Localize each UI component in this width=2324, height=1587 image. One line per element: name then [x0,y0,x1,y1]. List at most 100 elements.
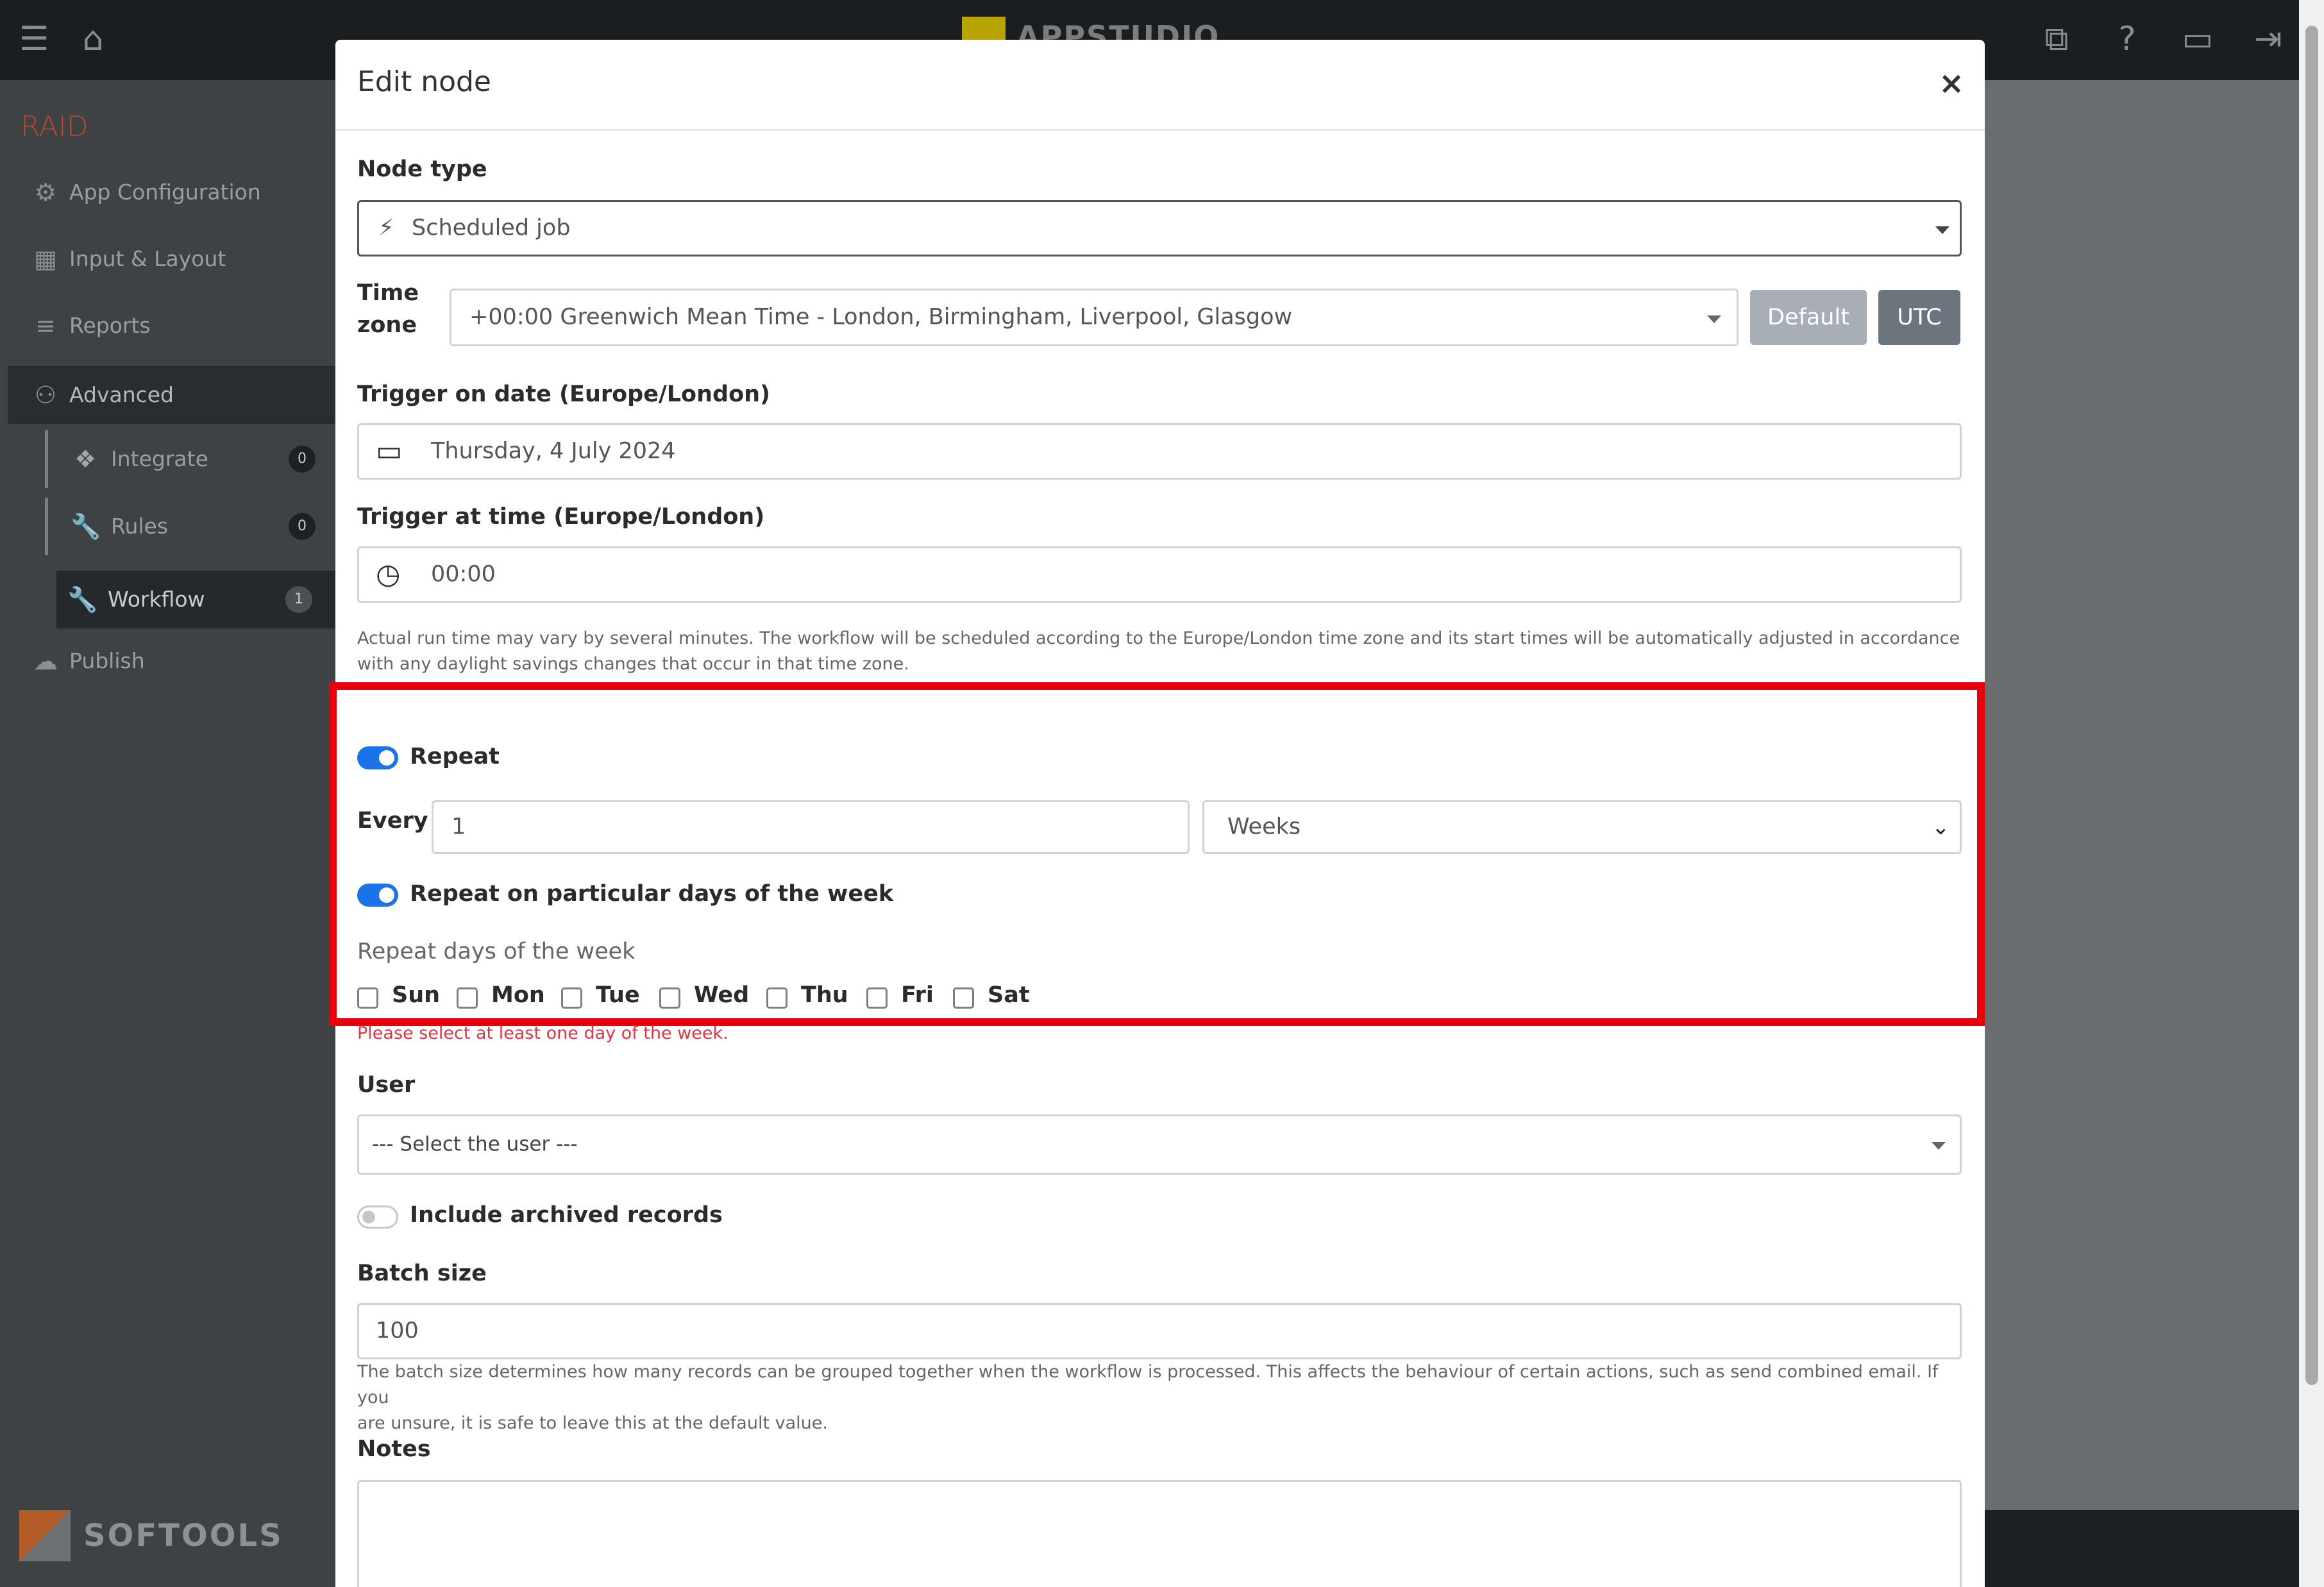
count-badge: 0 [289,446,316,473]
every-input[interactable]: 1 [432,800,1190,854]
sidebar-item-rules[interactable]: 🔧 Rules 0 [45,498,335,555]
batch-help-line-1: The batch size determines how many recor… [357,1362,1939,1407]
sidebar-item-workflow[interactable]: 🔧 Workflow 1 [56,571,335,628]
count-badge: 1 [285,586,312,613]
repeat-days-toggle[interactable] [357,884,398,907]
day-label-thu: Thu [801,982,848,1008]
day-label-sun: Sun [392,982,441,1008]
chevron-down-icon [1707,315,1721,323]
sidebar: RAID ⚙ App Configuration ▦ Input & Layou… [0,80,335,1587]
sidebar-item-integrate[interactable]: ❖ Integrate 0 [45,430,335,488]
menu-icon[interactable]: ☰ [14,19,54,59]
background-footer [1985,1510,2299,1587]
default-button[interactable]: Default [1750,290,1867,345]
chart-icon: ≡ [35,312,56,340]
trigger-time-value: 00:00 [431,561,496,587]
utc-button[interactable]: UTC [1878,290,1960,345]
user-select[interactable]: --- Select the user --- [357,1114,1962,1175]
node-type-label: Node type [357,156,487,182]
sidebar-item-label: Rules [111,514,169,539]
batch-size-input[interactable]: 100 [357,1303,1962,1359]
sidebar-item-label: Integrate [111,446,208,471]
sidebar-item-reports[interactable]: ≡ Reports [0,297,335,355]
sidebar-item-input-layout[interactable]: ▦ Input & Layout [0,230,335,288]
cloud-icon: ☁ [33,647,58,675]
lightning-icon: ⚡ [378,215,394,241]
trigger-date-value: Thursday, 4 July 2024 [431,438,676,464]
chevron-down-icon [1932,1142,1946,1150]
day-label-mon: Mon [491,982,545,1008]
trigger-time-label: Trigger at time (Europe/London) [357,504,765,530]
count-badge: 0 [289,513,316,540]
advanced-icon: ⚇ [34,381,57,409]
repeat-days-toggle-label: Repeat on particular days of the week [410,881,894,907]
copy-icon[interactable]: ⧉ [2037,19,2076,59]
sidebar-item-advanced[interactable]: ⚇ Advanced [8,366,335,424]
day-label-tue: Tue [596,982,640,1008]
sidebar-item-label: Publish [69,648,145,673]
cubes-icon: ❖ [74,445,97,473]
sidebar-item-label: Advanced [69,382,174,407]
notes-label: Notes [357,1436,431,1462]
timezone-label: Time [357,280,419,306]
home-icon[interactable]: ⌂ [73,19,113,59]
calendar-icon: ▭ [376,435,403,467]
brand-name: SOFTOOLS [83,1518,283,1554]
modal-header: Edit node × [335,40,1985,131]
repeat-days-label: Repeat days of the week [357,939,636,964]
background-content [1985,80,2299,1510]
include-archived-label: Include archived records [410,1202,723,1228]
timezone-select[interactable]: +00:00 Greenwich Mean Time - London, Bir… [450,289,1739,346]
trigger-time-input[interactable]: ◷ 00:00 [357,546,1962,603]
repeat-toggle[interactable] [357,746,398,769]
node-type-select[interactable]: ⚡ Scheduled job [357,200,1962,256]
video-icon[interactable]: ▭ [2178,19,2218,59]
softools-logo-icon [19,1510,71,1561]
every-label: Every [357,808,428,834]
node-type-value: Scheduled job [412,215,571,241]
sidebar-item-label: Reports [69,313,151,338]
checkbox-sun[interactable] [357,987,378,1009]
sidebar-item-label: Input & Layout [69,246,226,271]
trigger-date-input[interactable]: ▭ Thursday, 4 July 2024 [357,423,1962,480]
checkbox-wed[interactable] [659,987,680,1009]
wrench-icon: 🔧 [67,585,98,614]
checkbox-mon[interactable] [457,987,478,1009]
sidebar-item-publish[interactable]: ☁ Publish [0,632,335,690]
close-button[interactable]: × [1939,65,1964,101]
modal-title: Edit node [357,65,491,98]
checkbox-thu[interactable] [766,987,787,1009]
notes-textarea[interactable] [357,1480,1962,1587]
checkbox-sat[interactable] [953,987,974,1009]
batch-help-line-2: are unsure, it is safe to leave this at … [357,1413,828,1433]
every-unit-value: Weeks [1227,814,1301,840]
every-unit-select[interactable]: Weeks ⌄ [1202,800,1962,854]
help-icon[interactable]: ? [2107,19,2147,59]
checkbox-tue[interactable] [561,987,582,1009]
days-error-message: Please select at least one day of the we… [357,1023,728,1043]
chevron-down-icon [1935,226,1949,234]
timezone-label-2: zone [357,312,417,338]
highlight-annotation [329,682,1985,1026]
repeat-label: Repeat [410,744,500,769]
day-label-sat: Sat [988,982,1030,1008]
sidebar-item-app-configuration[interactable]: ⚙ App Configuration [0,164,335,221]
sidebar-title: RAID [21,110,88,143]
run-time-help-line-2: with any daylight savings changes that o… [357,654,909,674]
include-archived-toggle[interactable] [357,1205,398,1229]
batch-size-help: The batch size determines how many recor… [357,1359,1973,1436]
page-scrollbar[interactable] [2299,0,2324,1587]
batch-size-label: Batch size [357,1261,487,1286]
run-time-help: Actual run time may vary by several minu… [357,626,1973,677]
sidebar-item-label: Workflow [108,587,205,612]
scrollbar-thumb[interactable] [2305,26,2318,1385]
logout-icon[interactable]: ⇥ [2248,19,2288,59]
edit-node-modal: Edit node × Node type ⚡ Scheduled job Ti… [329,40,1985,1587]
gear-icon: ⚙ [34,178,57,206]
run-time-help-line-1: Actual run time may vary by several minu… [357,628,1960,648]
every-value: 1 [451,814,466,840]
day-label-wed: Wed [694,982,750,1008]
day-label-fri: Fri [901,982,934,1008]
user-label: User [357,1072,416,1098]
checkbox-fri[interactable] [866,987,888,1009]
